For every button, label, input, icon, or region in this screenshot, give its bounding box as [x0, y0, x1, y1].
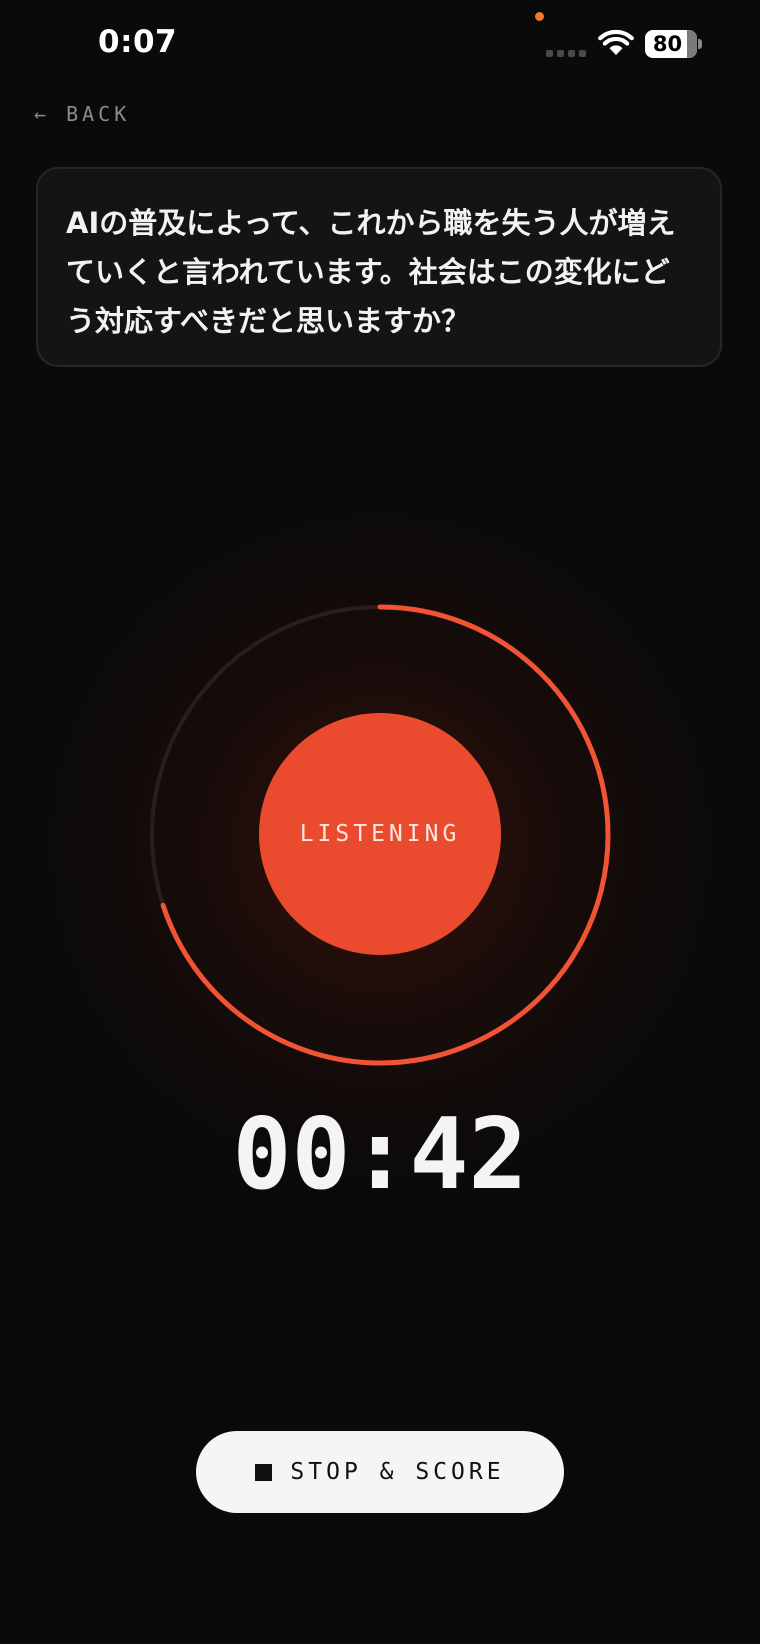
question-card: AIの普及によって、これから職を失う人が増えていくと言われています。社会はこの変…	[36, 167, 722, 367]
back-button[interactable]: ← BACK	[34, 96, 130, 132]
stop-and-score-label: STOP & SCORE	[290, 1459, 505, 1485]
status-bar: 0:07 80	[0, 0, 760, 90]
stop-square-icon	[255, 1463, 273, 1481]
record-button[interactable]: LISTENING	[259, 713, 501, 955]
battery-icon: 80	[645, 30, 697, 58]
cellular-signal-icon	[546, 50, 588, 58]
battery-cap	[698, 39, 702, 49]
stop-and-score-button[interactable]: STOP & SCORE	[196, 1431, 564, 1513]
status-time: 0:07	[98, 24, 178, 60]
mic-in-use-dot-icon	[535, 12, 544, 21]
battery-level: 80	[652, 32, 683, 56]
elapsed-timer: 00:42	[232, 1098, 528, 1212]
question-text: AIの普及によって、これから職を失う人が増えていくと言われています。社会はこの変…	[66, 206, 676, 338]
wifi-icon	[598, 29, 634, 55]
